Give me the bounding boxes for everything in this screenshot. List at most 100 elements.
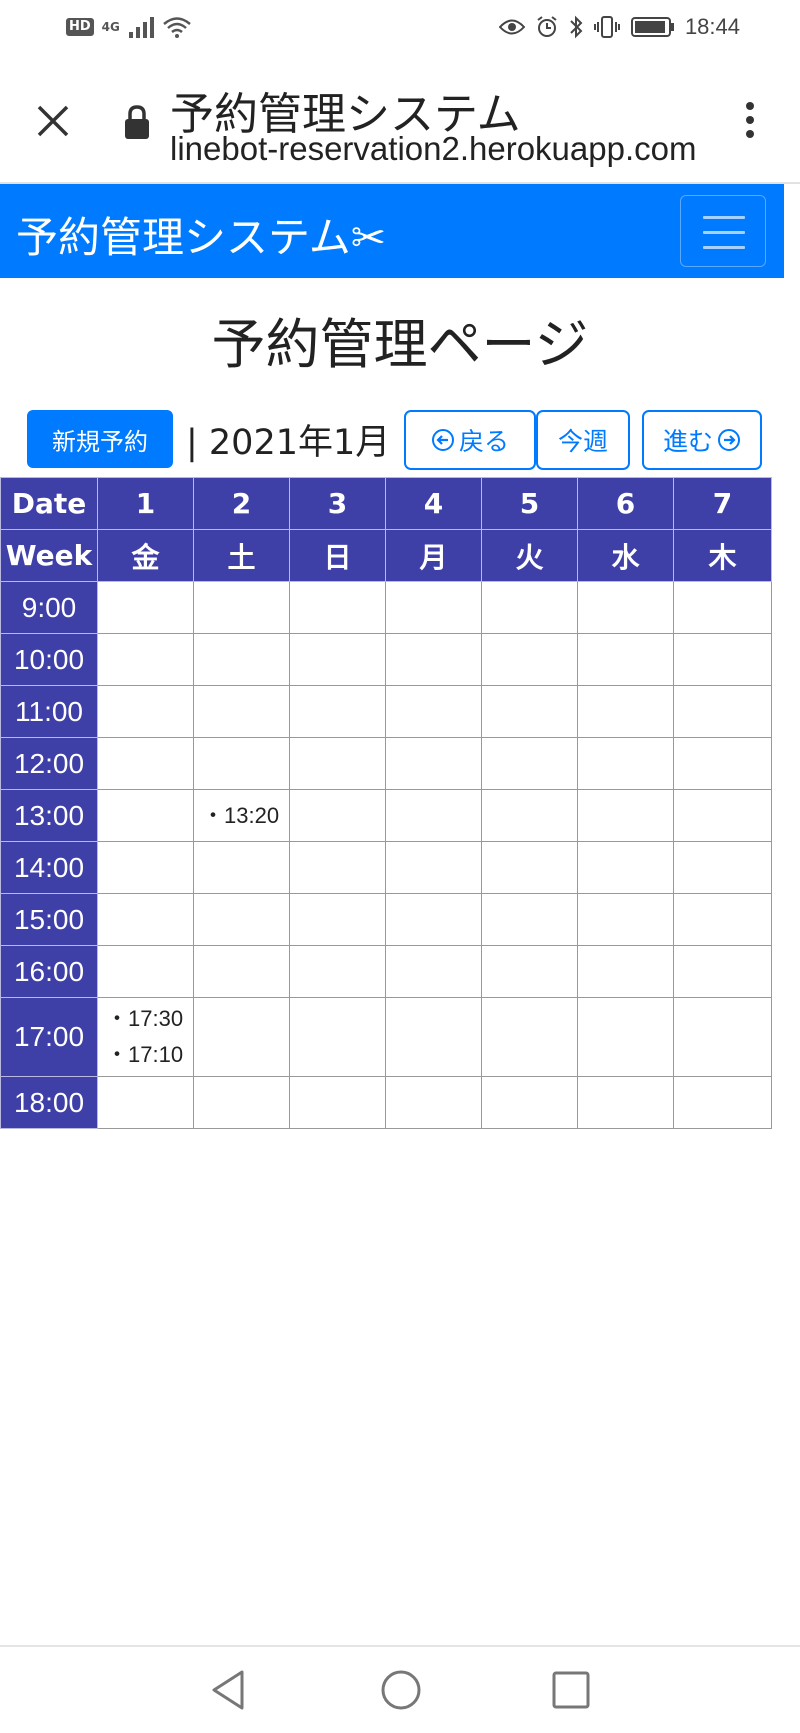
this-week-button[interactable]: 今週: [536, 410, 630, 470]
calendar-cell[interactable]: [481, 997, 578, 1077]
calendar-cell[interactable]: [385, 581, 482, 634]
calendar-cell[interactable]: [385, 737, 482, 790]
calendar-cell[interactable]: [673, 1076, 772, 1129]
time-label: 14:00: [0, 841, 98, 894]
calendar-cell[interactable]: [481, 1076, 578, 1129]
calendar-cell[interactable]: [481, 789, 578, 842]
calendar-cell[interactable]: [673, 945, 772, 998]
calendar-cell[interactable]: [481, 841, 578, 894]
recents-icon[interactable]: [552, 1671, 590, 1709]
calendar-cell[interactable]: [577, 945, 674, 998]
calendar-cell[interactable]: [97, 581, 194, 634]
reservation-entry[interactable]: ・17:10: [98, 1037, 193, 1073]
calendar-cell[interactable]: [577, 581, 674, 634]
calendar-cell[interactable]: [385, 633, 482, 686]
calendar-cell[interactable]: [481, 581, 578, 634]
navbar-toggler-button[interactable]: [680, 195, 766, 267]
calendar-cell[interactable]: [577, 737, 674, 790]
status-right: 18:44: [498, 14, 740, 40]
prev-week-label: 戻る: [458, 427, 509, 456]
calendar-cell[interactable]: [97, 685, 194, 738]
calendar-cell[interactable]: [673, 997, 772, 1077]
lock-icon[interactable]: [124, 104, 150, 140]
reservation-entry[interactable]: ・13:20: [194, 798, 289, 834]
calendar-cell[interactable]: [193, 633, 290, 686]
calendar-cell[interactable]: [97, 945, 194, 998]
calendar-cell[interactable]: [673, 893, 772, 946]
calendar-cell[interactable]: [289, 581, 386, 634]
calendar-cell[interactable]: [289, 1076, 386, 1129]
calendar-cell[interactable]: [289, 997, 386, 1077]
calendar-cell[interactable]: [193, 841, 290, 894]
calendar-cell[interactable]: [289, 633, 386, 686]
calendar-cell[interactable]: [289, 737, 386, 790]
calendar-cell[interactable]: [577, 1076, 674, 1129]
home-icon[interactable]: [380, 1669, 422, 1711]
calendar-cell[interactable]: [673, 633, 772, 686]
calendar-cell[interactable]: [481, 893, 578, 946]
calendar-cell[interactable]: [577, 893, 674, 946]
calendar-cell[interactable]: [97, 841, 194, 894]
calendar-cell[interactable]: [577, 841, 674, 894]
date-cell: 6: [577, 477, 674, 530]
calendar-cell[interactable]: [385, 789, 482, 842]
calendar-cell[interactable]: [481, 945, 578, 998]
time-slot-row: 9:00: [0, 581, 772, 634]
calendar-cell[interactable]: [385, 945, 482, 998]
calendar-cell[interactable]: [673, 841, 772, 894]
calendar-cell[interactable]: [385, 1076, 482, 1129]
prev-week-button[interactable]: 戻る: [404, 410, 536, 470]
calendar-cell[interactable]: [193, 1076, 290, 1129]
calendar-cell[interactable]: [97, 633, 194, 686]
site-brand[interactable]: 予約管理システム✂: [16, 204, 386, 265]
calendar-cell[interactable]: [289, 841, 386, 894]
calendar-cell[interactable]: [289, 685, 386, 738]
time-slot-row: 11:00: [0, 685, 772, 738]
calendar-cell[interactable]: [193, 893, 290, 946]
calendar-cell[interactable]: [385, 841, 482, 894]
calendar-cell[interactable]: [97, 1076, 194, 1129]
next-week-button[interactable]: 進む: [642, 410, 762, 470]
calendar-cell[interactable]: [289, 893, 386, 946]
calendar-cell[interactable]: [577, 997, 674, 1077]
calendar-cell[interactable]: [481, 685, 578, 738]
calendar-cell[interactable]: [193, 581, 290, 634]
browser-url[interactable]: linebot-reservation2.herokuapp.com: [170, 130, 700, 168]
calendar-cell[interactable]: [481, 737, 578, 790]
close-tab-button[interactable]: [28, 96, 78, 146]
calendar-cell[interactable]: [577, 789, 674, 842]
hamburger-line: [703, 231, 745, 234]
calendar-cell[interactable]: [481, 633, 578, 686]
calendar-cell[interactable]: [97, 893, 194, 946]
calendar-cell[interactable]: [97, 737, 194, 790]
calendar-cell[interactable]: [97, 789, 194, 842]
calendar-cell[interactable]: [673, 737, 772, 790]
calendar-cell[interactable]: [673, 685, 772, 738]
calendar-cell[interactable]: [673, 581, 772, 634]
calendar-cell[interactable]: [193, 945, 290, 998]
calendar-cell[interactable]: [193, 737, 290, 790]
calendar-cell[interactable]: [577, 633, 674, 686]
status-bar: HD 4G 18:44: [0, 0, 800, 60]
calendar-cell[interactable]: [193, 685, 290, 738]
date-cell: 4: [385, 477, 482, 530]
calendar-cell[interactable]: [577, 685, 674, 738]
back-icon[interactable]: [210, 1669, 246, 1711]
calendar-cell[interactable]: [385, 997, 482, 1077]
browser-menu-button[interactable]: [730, 98, 770, 148]
calendar-cell[interactable]: ・13:20: [193, 789, 290, 842]
hd-badge: HD: [66, 18, 94, 36]
calendar-cell[interactable]: [289, 789, 386, 842]
calendar-cell[interactable]: [289, 945, 386, 998]
calendar-cell[interactable]: ・17:30 ・17:10: [97, 997, 194, 1077]
time-slot-row: 13:00 ・13:20: [0, 789, 772, 842]
calendar-cell[interactable]: [385, 685, 482, 738]
reservation-entry[interactable]: ・17:30: [98, 1001, 193, 1037]
calendar-cell[interactable]: [385, 893, 482, 946]
calendar-cell[interactable]: [673, 789, 772, 842]
page-title: 予約管理ページ: [211, 313, 589, 376]
new-reservation-button[interactable]: 新規予約: [27, 410, 173, 468]
hamburger-icon: [703, 216, 745, 219]
calendar-cell[interactable]: [193, 997, 290, 1077]
close-icon: [37, 105, 69, 137]
